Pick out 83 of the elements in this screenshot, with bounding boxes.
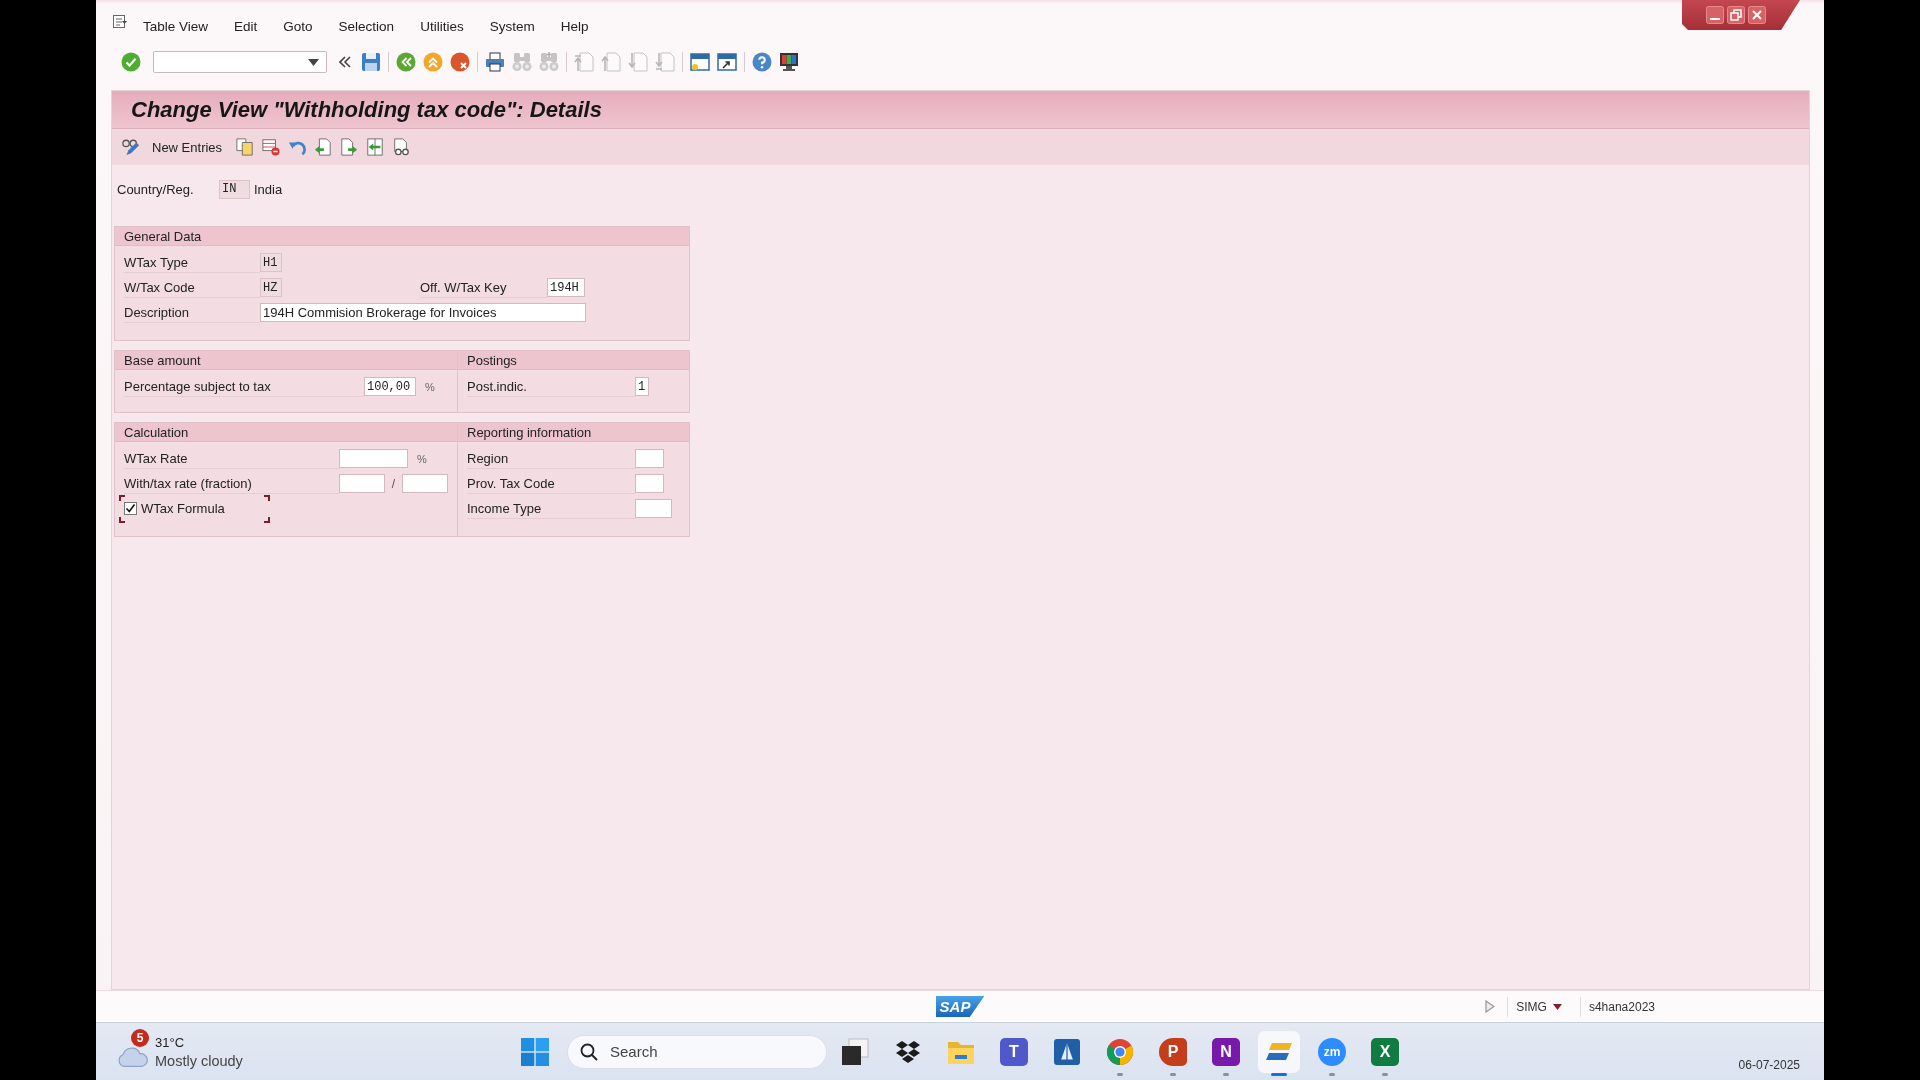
shortcut-icon[interactable] xyxy=(717,52,737,72)
caret-icon xyxy=(1552,1003,1562,1010)
date-text: 06-07-2025 xyxy=(1738,1058,1800,1072)
input-field[interactable] xyxy=(635,474,664,493)
page-glasses-icon[interactable] xyxy=(392,138,411,156)
input-field[interactable]: 194H Commision Brokerage for Invoices xyxy=(260,303,586,322)
separator-text: / xyxy=(390,476,397,491)
input-field[interactable] xyxy=(339,474,385,493)
search-icon xyxy=(580,1042,598,1061)
chrome-icon[interactable] xyxy=(1106,1037,1134,1066)
check-circle-icon[interactable] xyxy=(121,52,141,72)
temperature-text: 31°C xyxy=(155,1033,186,1052)
screen-title: Change View "Withholding tax code": Details xyxy=(131,96,602,123)
input-field[interactable] xyxy=(635,449,664,468)
menu-item[interactable]: Table View xyxy=(143,18,209,36)
command-field[interactable] xyxy=(153,51,327,73)
input-field[interactable] xyxy=(339,449,408,468)
play-triangle-icon[interactable] xyxy=(1485,1000,1496,1013)
group-title: Postings xyxy=(467,352,517,368)
cancel-icon[interactable] xyxy=(450,52,470,72)
menu-item[interactable]: Utilities xyxy=(420,18,464,36)
field-label: Income Type xyxy=(467,498,635,519)
double-chevron-icon[interactable] xyxy=(339,56,351,68)
new-entries-button[interactable]: New Entries xyxy=(152,137,223,157)
field-label: Country/Reg. xyxy=(117,181,195,197)
menu-item[interactable]: Help xyxy=(560,18,589,36)
minimize-icon[interactable] xyxy=(1706,6,1724,24)
restore-icon[interactable] xyxy=(1727,6,1745,24)
display-field[interactable]: HZ xyxy=(260,278,282,297)
unit-label: % xyxy=(417,452,427,465)
group-title: General Data xyxy=(124,228,202,244)
group-title: Base amount xyxy=(124,352,201,368)
field-label: Prov. Tax Code xyxy=(467,473,635,494)
four-squares-icon[interactable] xyxy=(521,1037,549,1066)
powerpoint-icon[interactable]: P xyxy=(1159,1037,1187,1066)
checkbox-label[interactable]: WTax Formula xyxy=(141,501,225,516)
group-title: Reporting information xyxy=(467,424,592,440)
cloud-icon[interactable] xyxy=(117,1046,149,1067)
menu-icon[interactable] xyxy=(113,15,128,28)
task-view-icon[interactable] xyxy=(841,1037,869,1066)
menu-item[interactable]: Goto xyxy=(283,18,313,36)
caret-icon[interactable] xyxy=(308,58,319,66)
menu-item[interactable]: Edit xyxy=(234,18,258,36)
onenote-icon[interactable]: N xyxy=(1212,1037,1240,1066)
input-field[interactable] xyxy=(635,499,672,518)
excel-icon[interactable]: X xyxy=(1371,1037,1399,1066)
page-left-arrow-icon[interactable] xyxy=(314,138,333,156)
weather-condition: Mostly cloudy xyxy=(155,1051,243,1070)
unit-label: % xyxy=(425,380,435,393)
field-label: WTax Rate xyxy=(124,448,339,469)
exit-icon[interactable] xyxy=(423,52,443,72)
menu-item[interactable]: System xyxy=(489,18,535,36)
input-field[interactable]: 194H xyxy=(547,278,585,297)
copy-pages-icon[interactable] xyxy=(236,138,255,156)
input-field[interactable]: 100,00 xyxy=(364,377,416,396)
field-label: Post.indic. xyxy=(467,376,635,397)
glasses-pencil-icon[interactable] xyxy=(122,138,140,156)
monitor-icon[interactable] xyxy=(779,52,799,72)
input-field[interactable]: 1 xyxy=(635,377,649,396)
back-icon[interactable] xyxy=(396,52,416,72)
field-label: Percentage subject to tax xyxy=(124,376,364,397)
search-field[interactable]: Search xyxy=(567,1034,827,1069)
field-label: With/tax rate (fraction) xyxy=(124,473,339,494)
teams-icon[interactable]: T xyxy=(1000,1037,1028,1066)
sail-tile-icon[interactable] xyxy=(1053,1037,1081,1066)
new-window-icon[interactable] xyxy=(690,52,710,72)
product-logo: SAP xyxy=(935,996,985,1017)
menu-item[interactable]: Selection xyxy=(338,18,395,36)
system-dropdown[interactable]: SIMG xyxy=(1507,996,1562,1017)
display-field[interactable]: H1 xyxy=(260,253,282,272)
notification-badge: 5 xyxy=(131,1028,149,1047)
field-label: Region xyxy=(467,448,635,469)
display-field[interactable]: IN xyxy=(219,179,250,199)
printer-icon[interactable] xyxy=(485,52,505,72)
country-name: India xyxy=(254,181,283,197)
help-icon[interactable] xyxy=(752,52,772,72)
group-title: Calculation xyxy=(124,424,189,440)
save-icon[interactable] xyxy=(361,52,381,72)
close-icon[interactable] xyxy=(1748,6,1766,24)
server-name: s4hana2023 xyxy=(1579,996,1655,1017)
page-right-arrow-icon[interactable] xyxy=(340,138,359,156)
input-field[interactable] xyxy=(402,474,448,493)
delete-rows-icon[interactable] xyxy=(262,138,281,156)
